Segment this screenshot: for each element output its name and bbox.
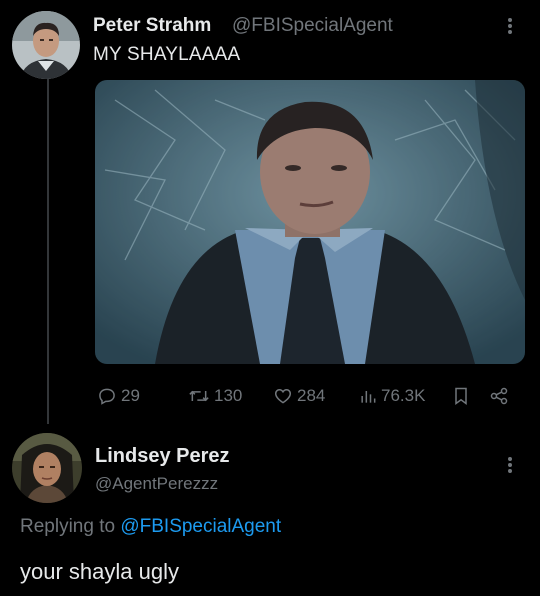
bookmark-button[interactable] — [452, 381, 470, 411]
bookmark-icon — [455, 387, 467, 405]
share-button[interactable] — [488, 381, 510, 411]
like-count: 284 — [297, 386, 326, 405]
replying-to: Replying to @FBISpecialAgent — [20, 516, 281, 538]
author-name[interactable]: Peter Strahm — [93, 15, 211, 37]
reply-text: your shayla ugly — [20, 559, 179, 584]
views-button[interactable]: 76.3K — [359, 381, 425, 411]
replying-to-mention[interactable]: @FBISpecialAgent — [120, 516, 281, 537]
reply-avatar[interactable] — [12, 433, 82, 503]
more-icon[interactable] — [502, 14, 518, 38]
views-count: 76.3K — [381, 386, 426, 405]
like-button[interactable]: 284 — [273, 381, 325, 411]
avatar[interactable] — [12, 11, 80, 79]
replying-to-label: Replying to — [20, 516, 116, 537]
tweet-media-image[interactable] — [95, 80, 525, 364]
author-handle[interactable]: @FBISpecialAgent — [232, 15, 393, 37]
thread-line — [47, 76, 49, 424]
retweet-button[interactable]: 130 — [188, 381, 242, 411]
views-icon — [361, 391, 376, 403]
heart-icon — [274, 388, 292, 404]
retweet-count: 130 — [214, 386, 243, 405]
reply-button[interactable]: 29 — [97, 381, 140, 411]
reply-count: 29 — [121, 386, 140, 405]
reply-icon — [99, 388, 115, 405]
reply-author-handle[interactable]: @AgentPerezzz — [95, 474, 218, 494]
retweet-icon — [189, 390, 209, 402]
share-icon — [490, 387, 508, 405]
tweet-text: MY SHAYLAAAA — [93, 44, 241, 65]
more-icon[interactable] — [502, 453, 518, 477]
reply-author-name[interactable]: Lindsey Perez — [95, 445, 230, 468]
tweet-actions: 29 130 284 76.3K — [0, 381, 540, 411]
